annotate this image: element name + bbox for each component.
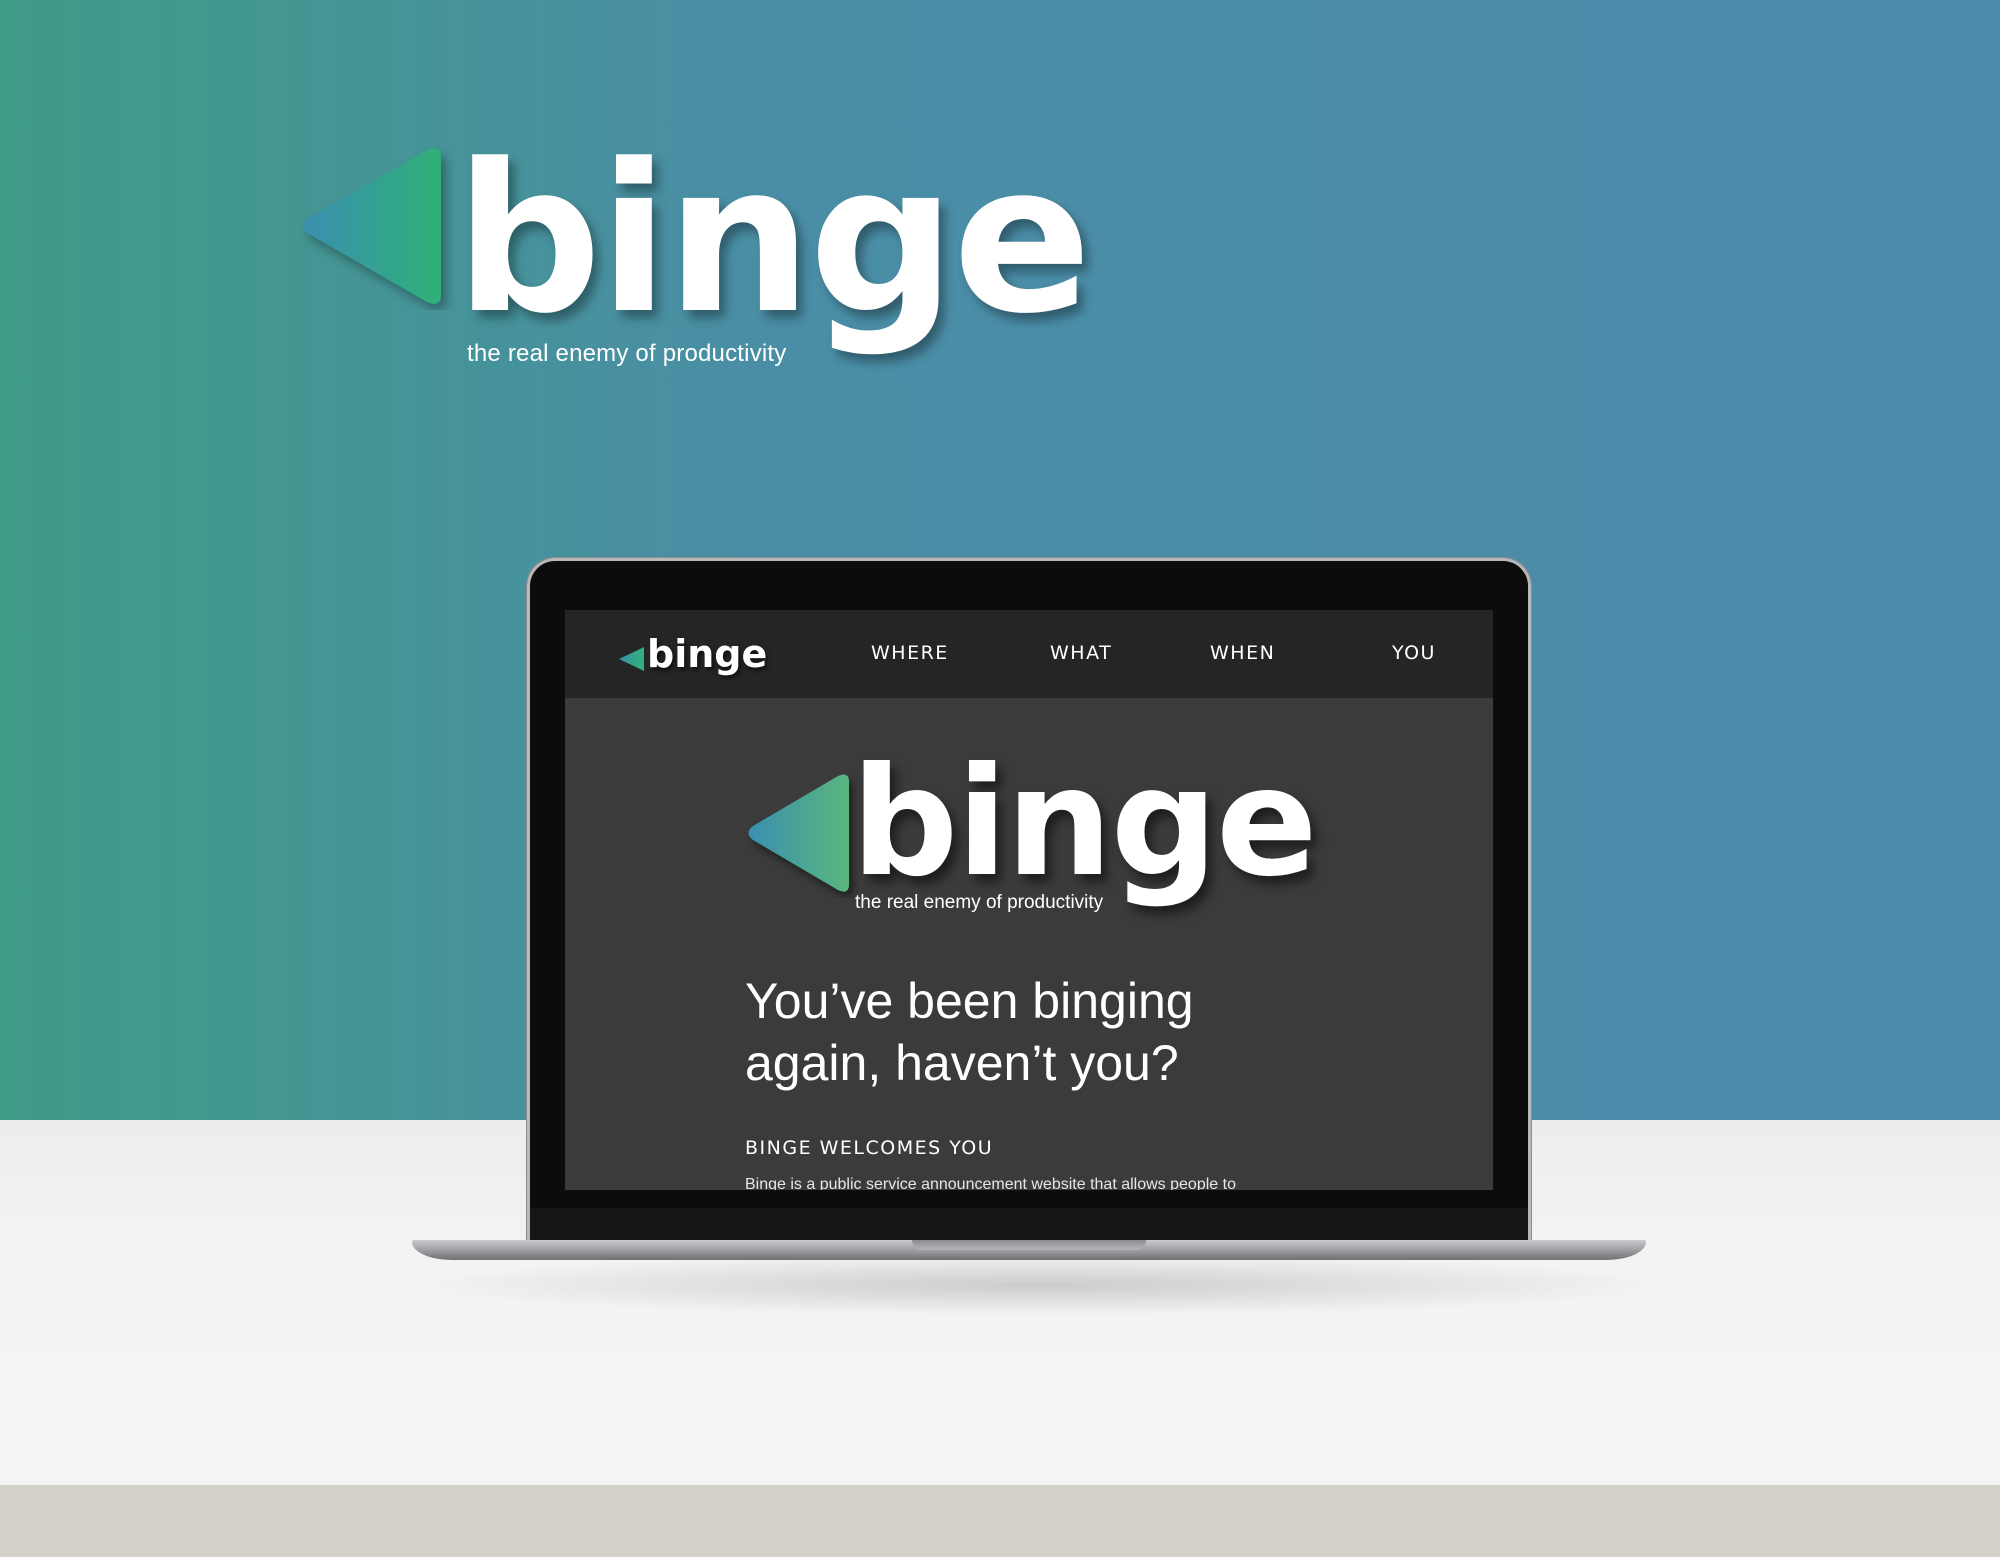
content-logo-triangle-icon bbox=[748, 774, 849, 892]
nav-link-where[interactable]: WHERE bbox=[871, 642, 949, 664]
bottom-strip bbox=[0, 1485, 2000, 1557]
nav-logo-triangle-icon bbox=[619, 647, 644, 671]
intro-paragraph: Binge is a public service announcement w… bbox=[745, 1176, 1236, 1190]
content-logo: binge the real enemy of productivity bbox=[743, 738, 1343, 940]
laptop-chin bbox=[530, 1208, 1528, 1244]
hero-brand-wordmark: binge bbox=[455, 121, 1092, 359]
site-navbar: binge WHERE WHAT WHEN YOU bbox=[565, 610, 1493, 698]
headline: You’ve been binging again, haven’t you? bbox=[745, 970, 1305, 1094]
hero-tagline: the real enemy of productivity bbox=[467, 340, 787, 367]
nav-brand-wordmark: binge bbox=[647, 632, 768, 676]
content-brand-wordmark: binge bbox=[851, 736, 1318, 910]
logo-triangle-icon bbox=[303, 148, 441, 304]
laptop-screen: binge WHERE WHAT WHEN YOU binge the real… bbox=[565, 610, 1493, 1190]
nav-logo[interactable]: binge bbox=[617, 632, 767, 676]
laptop-opening-notch bbox=[912, 1240, 1146, 1250]
nav-link-you[interactable]: YOU bbox=[1392, 642, 1436, 664]
nav-link-when[interactable]: WHEN bbox=[1210, 642, 1275, 664]
section-subhead: BINGE WELCOMES YOU bbox=[745, 1137, 994, 1159]
headline-line-2: again, haven’t you? bbox=[745, 1035, 1179, 1091]
content-tagline: the real enemy of productivity bbox=[855, 892, 1104, 913]
mockup-scene: binge the real enemy of productivity bin… bbox=[0, 0, 2000, 1557]
nav-link-what[interactable]: WHAT bbox=[1050, 642, 1112, 664]
hero-logo: binge the real enemy of productivity bbox=[295, 121, 1095, 400]
laptop-shadow bbox=[420, 1255, 1660, 1315]
headline-line-1: You’ve been binging bbox=[745, 973, 1194, 1029]
